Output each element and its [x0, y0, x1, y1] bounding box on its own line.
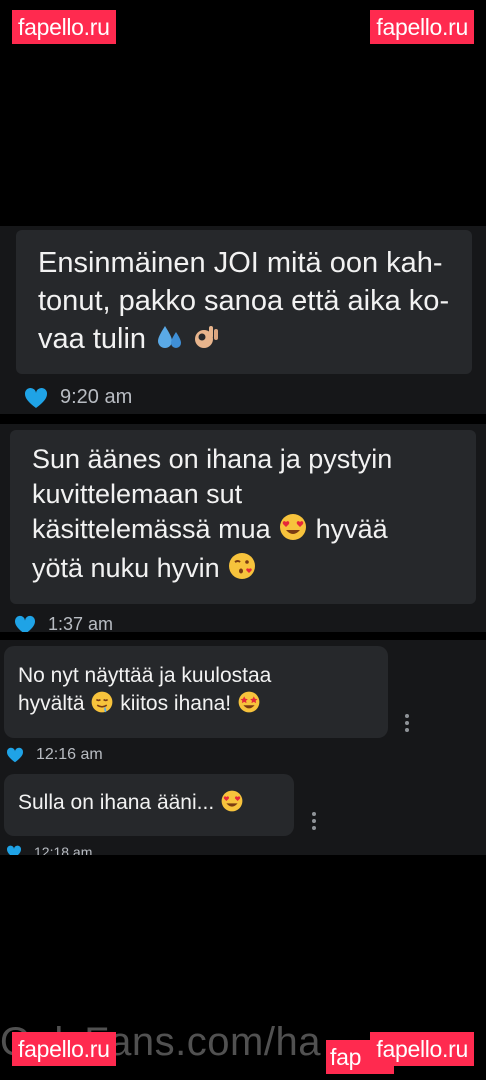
heart-icon[interactable]	[24, 387, 48, 409]
heart-eyes-emoji	[278, 512, 308, 551]
more-options-icon[interactable]	[312, 812, 316, 830]
message-text: yötä nuku hyvin	[32, 553, 220, 583]
chat-screenshot-1: Ensinmäinen JOI mitä oon kah- tonut, pak…	[0, 226, 486, 414]
message-timestamp: 12:18 am	[34, 844, 93, 855]
message-line-with-emoji: yötä nuku hyvin	[32, 551, 454, 590]
message-line-with-emoji: hyvältä kiitos ihana!	[18, 690, 374, 722]
message-text: hyvää	[315, 514, 388, 544]
kissing-face-emoji	[227, 551, 257, 590]
message-meta: 9:20 am	[24, 386, 132, 409]
ok-hand-emoji	[192, 322, 222, 362]
message-line: No nyt näyttää ja kuulostaa	[18, 664, 272, 687]
message-text: hyvältä	[18, 692, 85, 715]
watermark-bottom-right: fapello.ru	[370, 1032, 474, 1066]
heart-icon[interactable]	[6, 747, 24, 763]
chat-screenshot-2: Sun äänes on ihana ja pystyin kuvittelem…	[0, 424, 486, 632]
sweat-droplets-emoji	[154, 322, 184, 362]
message-timestamp: 1:37 am	[48, 614, 114, 632]
message-text: käsittelemässä mua	[32, 514, 271, 544]
message-text: Sulla on ihana ääni...	[18, 791, 215, 814]
star-struck-emoji	[237, 690, 261, 722]
message-line-with-emoji: Sulla on ihana ääni...	[18, 788, 280, 822]
watermark-bottom-left: fapello.ru	[12, 1032, 116, 1066]
message-line: Ensinmäinen JOI mitä oon kah-	[38, 247, 443, 279]
message-bubble: No nyt näyttää ja kuulostaa hyvältä kiit…	[4, 646, 388, 738]
heart-icon[interactable]	[14, 615, 36, 632]
more-options-icon[interactable]	[405, 714, 409, 732]
message-meta: 12:16 am	[6, 746, 103, 764]
watermark-top-left: fapello.ru	[12, 10, 116, 44]
message-text: vaa tulin	[38, 323, 147, 355]
message-bubble: Sun äänes on ihana ja pystyin kuvittelem…	[10, 430, 476, 604]
watermark-top-right: fapello.ru	[370, 10, 474, 44]
message-timestamp: 12:16 am	[36, 746, 103, 763]
message-line: Sun äänes on ihana ja pystyin	[32, 444, 393, 474]
message-bubble: Sulla on ihana ääni...	[4, 774, 294, 836]
message-line-with-emoji: vaa tulin	[38, 320, 450, 362]
message-line: kuvittelemaan sut	[32, 479, 243, 509]
message-text: kiitos ihana!	[120, 692, 232, 715]
message-meta: 12:18 am	[6, 844, 92, 855]
message-timestamp: 9:20 am	[60, 386, 133, 408]
message-line: tonut, pakko sanoa että aika ko-	[38, 285, 450, 317]
message-line-with-emoji: käsittelemässä mua hyvää	[32, 512, 454, 551]
chat-screenshot-3: No nyt näyttää ja kuulostaa hyvältä kiit…	[0, 640, 486, 855]
heart-eyes-emoji	[220, 789, 244, 822]
drooling-face-emoji	[90, 690, 114, 722]
heart-icon[interactable]	[6, 845, 22, 855]
message-meta: 1:37 am	[14, 614, 113, 632]
message-bubble: Ensinmäinen JOI mitä oon kah- tonut, pak…	[16, 230, 472, 374]
